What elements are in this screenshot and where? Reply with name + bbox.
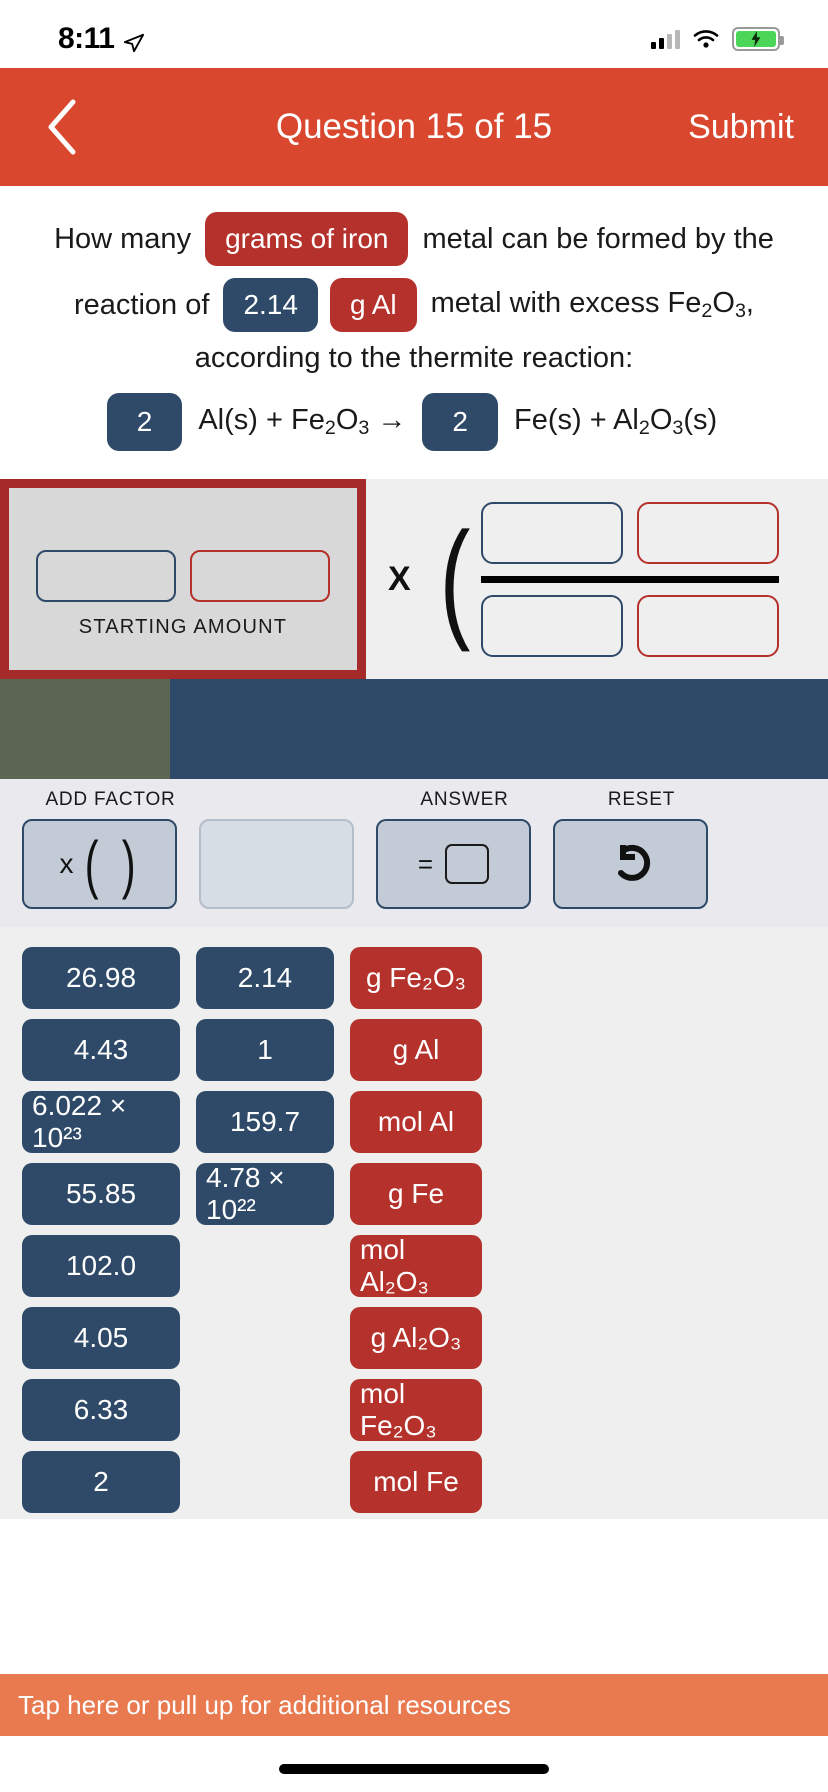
back-button[interactable] [30, 95, 94, 159]
conversion-factor: ( [433, 501, 779, 657]
starting-unit-slot[interactable] [190, 550, 330, 602]
question-text-b: metal can be formed by the [422, 222, 774, 255]
reactants-text: Al(s) + Fe2O3 → [198, 404, 407, 439]
submit-button[interactable]: Submit [684, 102, 798, 153]
status-time-group: 8:11 [58, 22, 145, 56]
question-line-2: reaction of 2.14 g Al metal with excess … [22, 278, 806, 332]
tile-number[interactable]: 4.43 [22, 1019, 180, 1081]
band-navy [170, 679, 828, 779]
tile-unit[interactable]: mol Al₂O₃ [350, 1234, 482, 1297]
tile-column-units: g Fe₂O₃ g Al mol Al g Fe mol Al₂O₃ g Al₂… [350, 947, 482, 1513]
toolbar-labels: ADD FACTOR ANSWER RESET [22, 789, 806, 811]
resources-drawer-label: Tap here or pull up for additional resou… [18, 1689, 511, 1720]
question-text-d: metal with excess Fe2O3, [430, 286, 754, 322]
battery-charging-icon [732, 27, 784, 51]
band-olive [0, 679, 170, 779]
tile-number[interactable]: 6.022 × 10²³ [22, 1090, 180, 1153]
tile-number[interactable]: 159.7 [196, 1091, 334, 1153]
add-factor-label: ADD FACTOR [45, 789, 176, 810]
add-factor-button[interactable]: x ( ) [22, 819, 177, 909]
fraction [480, 501, 779, 657]
answer-button[interactable]: = [376, 819, 531, 909]
status-indicators [651, 27, 784, 51]
reset-button[interactable] [553, 819, 708, 909]
denominator-row [480, 594, 779, 657]
tile-number[interactable]: 26.98 [22, 947, 180, 1009]
tile-unit[interactable]: g Fe₂O₃ [350, 947, 482, 1009]
tile-unit[interactable]: g Al [350, 1019, 482, 1081]
reaction-arrow-icon: → [377, 404, 407, 437]
answer-box-icon [445, 844, 490, 884]
tile-number[interactable]: 2.14 [196, 947, 334, 1009]
numerator-unit-slot[interactable] [636, 501, 779, 564]
tile-unit[interactable]: mol Fe [350, 1451, 482, 1513]
fraction-bar [480, 575, 779, 583]
tile-column-numbers-1: 26.98 4.43 6.022 × 10²³ 55.85 102.0 4.05… [22, 947, 180, 1513]
numerator-row [480, 501, 779, 564]
denominator-value-slot[interactable] [480, 594, 623, 657]
coefficient-1[interactable]: 2 [106, 393, 183, 451]
tile-unit[interactable]: mol Al [350, 1091, 482, 1153]
tile-unit[interactable]: g Al₂O₃ [350, 1307, 482, 1369]
coefficient-2[interactable]: 2 [422, 393, 498, 451]
tile-unit[interactable]: g Fe [350, 1163, 482, 1225]
answer-icon: = [417, 844, 490, 884]
starting-value-slot[interactable] [36, 550, 176, 602]
status-bar: 8:11 [0, 0, 828, 68]
tile-column-numbers-2: 2.14 1 159.7 4.78 × 10²² [196, 947, 334, 1225]
toolbar: ADD FACTOR ANSWER RESET x ( ) = [0, 779, 828, 927]
reset-label: RESET [607, 789, 676, 810]
subscript-2: 2 [701, 299, 713, 322]
starting-amount-slots [36, 550, 330, 602]
wifi-icon [693, 29, 719, 49]
multiply-symbol: X [388, 559, 411, 598]
cellular-signal-icon [651, 29, 680, 49]
question-text-e: according to the thermite reaction: [194, 342, 634, 374]
tile-number[interactable]: 4.05 [22, 1307, 180, 1369]
undo-arrow-icon [606, 835, 656, 894]
question-text-c: reaction of [74, 288, 210, 321]
denominator-unit-slot[interactable] [636, 594, 779, 657]
toolbar-buttons: x ( ) = [22, 819, 806, 909]
navigation-bar: Question 15 of 15 Submit [0, 68, 828, 186]
chevron-left-icon [48, 99, 76, 155]
location-arrow-icon [123, 28, 145, 53]
chip-grams-of-iron[interactable]: grams of iron [205, 212, 409, 266]
starting-amount-box[interactable]: STARTING AMOUNT [0, 479, 366, 679]
question-line-3: according to the thermite reaction: [22, 344, 806, 373]
tile-number[interactable]: 55.85 [22, 1163, 180, 1225]
home-indicator [279, 1764, 549, 1774]
color-bands [0, 679, 828, 779]
add-factor-icon: x ( ) [59, 827, 136, 900]
tile-number[interactable]: 102.0 [22, 1235, 180, 1297]
resources-drawer[interactable]: Tap here or pull up for additional resou… [0, 1674, 828, 1736]
tile-number[interactable]: 2 [22, 1451, 180, 1513]
numerator-value-slot[interactable] [480, 501, 623, 564]
subscript-3: 3 [734, 299, 746, 322]
chip-amount-value[interactable]: 2.14 [223, 278, 318, 332]
tile-number[interactable]: 4.78 × 10²² [196, 1162, 334, 1225]
starting-amount-label: STARTING AMOUNT [78, 616, 288, 638]
products-text: Fe(s) + Al2O3(s) [513, 404, 718, 439]
spacer-label [199, 789, 376, 811]
empty-slot-button[interactable] [199, 819, 354, 909]
tile-unit[interactable]: mol Fe₂O₃ [350, 1378, 482, 1441]
work-area: STARTING AMOUNT X ( [0, 479, 828, 679]
chip-amount-unit[interactable]: g Al [329, 278, 417, 332]
app-root: 8:11 Question 15 of 15 Submit How many g… [0, 0, 828, 1792]
question-text-a: How many [54, 222, 192, 255]
question-panel: How many grams of iron metal can be form… [0, 186, 828, 479]
equals-sign: = [417, 848, 434, 879]
question-line-1: How many grams of iron metal can be form… [22, 212, 806, 266]
tile-tray: 26.98 4.43 6.022 × 10²³ 55.85 102.0 4.05… [0, 927, 828, 1519]
status-time: 8:11 [58, 22, 115, 55]
tile-number[interactable]: 6.33 [22, 1379, 180, 1441]
chemical-equation: 2 Al(s) + Fe2O3 → 2 Fe(s) + Al2O3(s) [22, 393, 806, 451]
answer-label: ANSWER [420, 789, 509, 810]
tile-number[interactable]: 1 [196, 1019, 334, 1081]
